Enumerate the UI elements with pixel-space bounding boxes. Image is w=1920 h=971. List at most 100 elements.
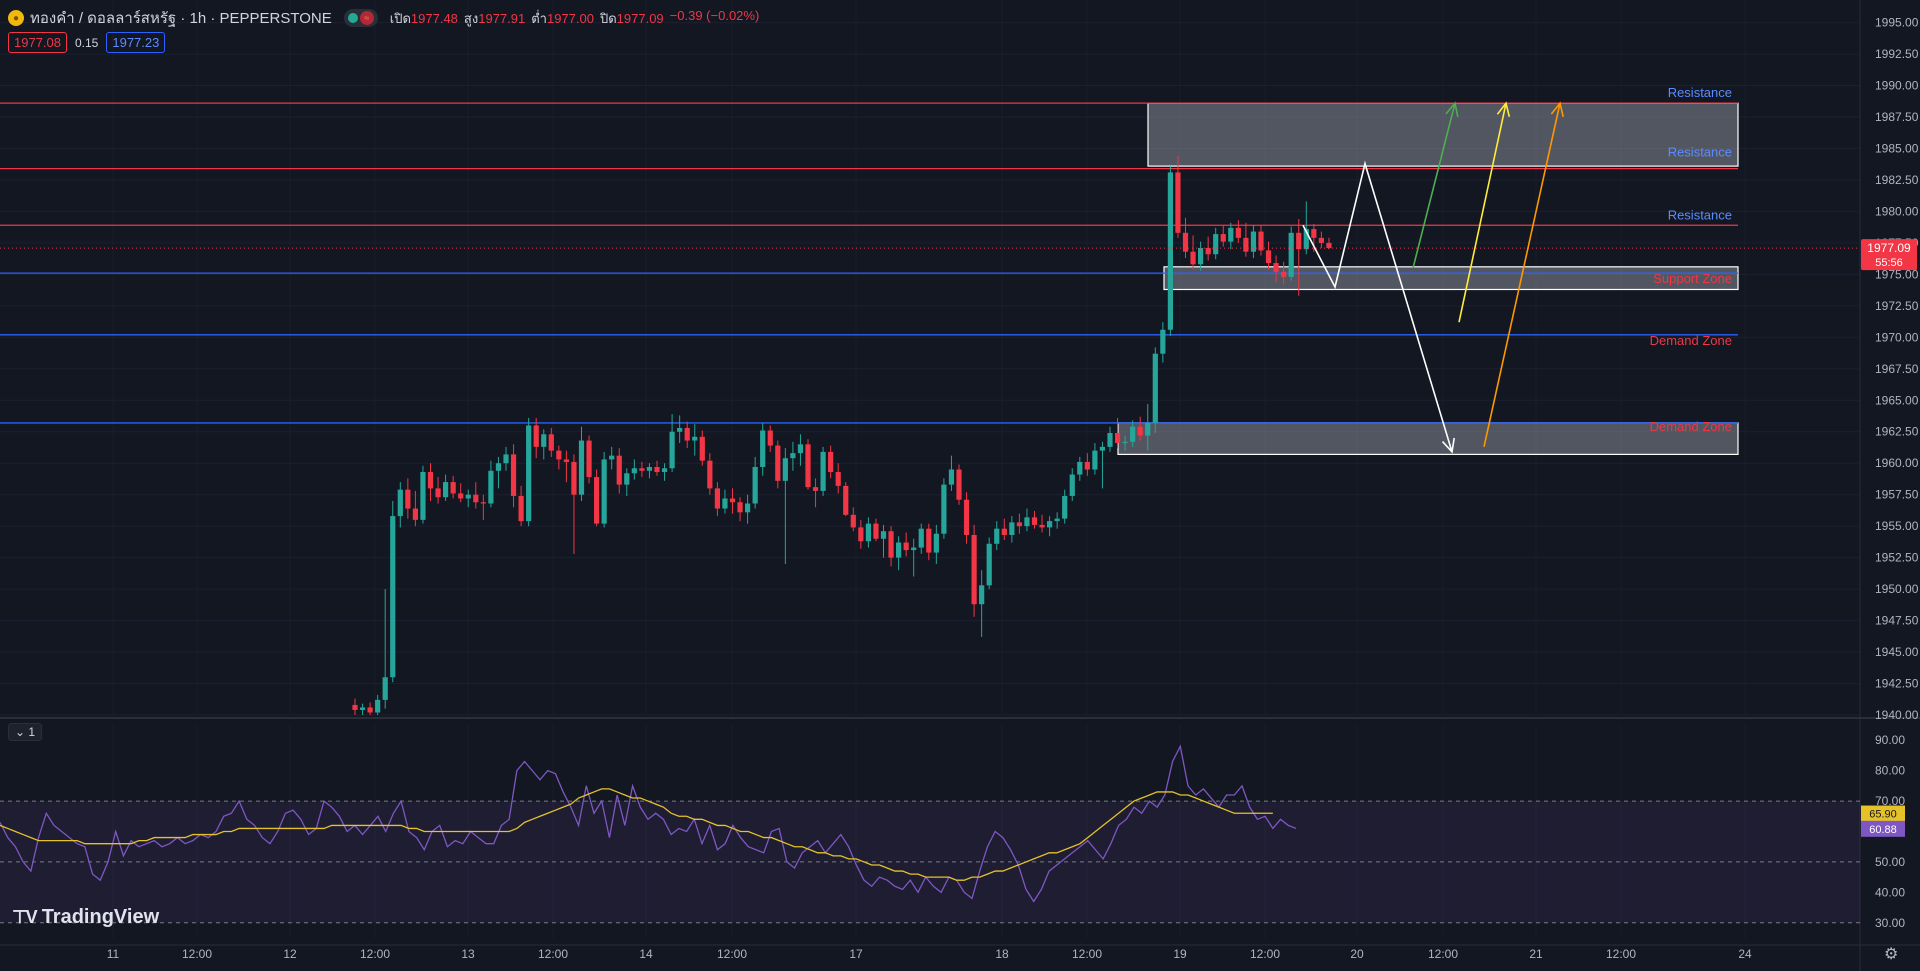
candle-body <box>1024 517 1030 527</box>
candle-body <box>1205 247 1211 255</box>
candle-body <box>420 472 426 520</box>
price-tick-label: 1985.00 <box>1875 141 1919 155</box>
candle-body <box>352 704 358 710</box>
price-tick-label: 1995.00 <box>1875 16 1919 30</box>
candle-body <box>1069 474 1075 496</box>
low-value: 1977.00 <box>546 10 594 26</box>
candle-body <box>375 699 381 713</box>
candle-body <box>412 508 418 520</box>
candle-body <box>729 498 736 503</box>
level-label: Support Zone <box>1653 271 1732 286</box>
gold-coin-icon: ● <box>8 10 24 26</box>
candle-body <box>669 431 675 469</box>
buy-price-button[interactable]: 1977.23 <box>106 32 166 53</box>
candle-body <box>601 459 607 524</box>
candle-body <box>646 466 653 471</box>
candle-body <box>1054 518 1060 522</box>
candle-body <box>1092 450 1098 470</box>
candle-body <box>450 482 456 494</box>
candle-body <box>639 468 645 471</box>
candle-body <box>661 468 668 473</box>
candle-body <box>631 468 637 474</box>
candle-body <box>1190 251 1196 265</box>
zone-rectangles[interactable] <box>1117 102 1739 456</box>
time-axis[interactable]: 11 12:00 12 12:00 13 12:00 14 12:00 17 18 12:00 19 1… <box>107 947 1752 961</box>
market-status-pill[interactable]: ≈ <box>343 9 378 27</box>
candle-body <box>594 477 600 524</box>
candle-body <box>790 453 796 459</box>
time-tick-label: 12:00 <box>717 947 747 961</box>
open-label: เปิด <box>389 10 411 26</box>
candle-body <box>1160 329 1166 354</box>
zone-rectangle[interactable] <box>1163 266 1739 291</box>
candle-body <box>480 502 486 504</box>
candle-body <box>888 531 894 558</box>
candle-body <box>873 523 879 539</box>
halt-icon: ≈ <box>359 11 374 25</box>
level-label: Demand Zone <box>1650 419 1732 434</box>
candle-body <box>1130 426 1136 442</box>
time-tick-label: 12:00 <box>182 947 212 961</box>
symbol-title[interactable]: ทองคำ / ดอลลาร์สหรัฐ · 1h · PEPPERSTONE <box>30 6 332 30</box>
rsi-pane-toggle[interactable]: ⌄ 1 <box>8 723 43 741</box>
candle-body <box>896 542 902 558</box>
candle-body <box>684 427 690 441</box>
candle-body <box>707 460 713 489</box>
candle-body <box>797 444 804 454</box>
rsi-value: 60.88 <box>1869 824 1897 836</box>
candle-body <box>488 470 494 504</box>
candle-body <box>397 489 403 517</box>
candle-body <box>1145 422 1151 436</box>
candle-body <box>1243 237 1249 252</box>
time-tick-label: 14 <box>639 947 653 961</box>
zone-rectangle[interactable] <box>1147 102 1739 167</box>
zone-rectangle[interactable] <box>1117 422 1739 456</box>
candle-body <box>427 472 434 489</box>
candle-body <box>1311 229 1317 238</box>
candle-body <box>1137 426 1143 436</box>
candle-body <box>986 543 992 586</box>
level-label: Resistance <box>1668 145 1732 160</box>
open-value: 1977.48 <box>410 10 458 26</box>
candle-body <box>1031 517 1038 525</box>
rsi-tick-label: 90.00 <box>1875 733 1905 747</box>
candle-body <box>465 494 471 499</box>
price-axis[interactable]: 1995.00 1992.50 1990.00 1987.50 1985.00 1982.… <box>1861 16 1919 930</box>
candle-body <box>752 466 758 504</box>
candle-body <box>571 461 577 495</box>
price-chart[interactable]: Resistance Resistance Resistance Support Zo… <box>0 0 1920 971</box>
candle-body <box>654 466 660 473</box>
price-tick-label: 1960.00 <box>1875 456 1919 470</box>
time-tick-label: 12 <box>283 947 297 961</box>
candle-body <box>578 440 585 495</box>
candle-body <box>714 488 720 509</box>
candle-body <box>692 436 698 441</box>
price-tick-label: 1950.00 <box>1875 582 1919 596</box>
sell-price-button[interactable]: 1977.08 <box>8 32 67 53</box>
tradingview-mark-icon: ⊤V <box>12 907 38 927</box>
candle-body <box>473 494 479 503</box>
price-tick-label: 1945.00 <box>1875 645 1919 659</box>
candle-body <box>1288 232 1294 277</box>
price-tick-label: 1967.50 <box>1875 362 1919 376</box>
candle-body <box>405 489 411 509</box>
candle-body <box>699 436 705 461</box>
time-tick-label: 12:00 <box>360 947 390 961</box>
rsi-pane <box>0 744 1860 924</box>
tradingview-logo-text: TradingView <box>41 906 160 928</box>
settings-gear-icon[interactable]: ⚙ <box>1884 944 1898 964</box>
candle-body <box>586 440 592 478</box>
candle-body <box>722 498 728 509</box>
candle-body <box>963 499 970 535</box>
price-tick-label: 1972.50 <box>1875 299 1919 313</box>
candle-body <box>1273 263 1279 272</box>
candle-body <box>609 455 615 460</box>
candle-body <box>933 533 939 553</box>
candle-body <box>435 488 441 498</box>
projection-arrow[interactable] <box>1302 160 1453 453</box>
tradingview-logo[interactable]: ⊤V TradingView <box>12 906 159 929</box>
bar-countdown: 55:56 <box>1875 257 1903 269</box>
candle-body <box>956 469 962 500</box>
candle-body <box>1039 524 1045 528</box>
chevron-down-icon: ⌄ <box>15 725 26 739</box>
